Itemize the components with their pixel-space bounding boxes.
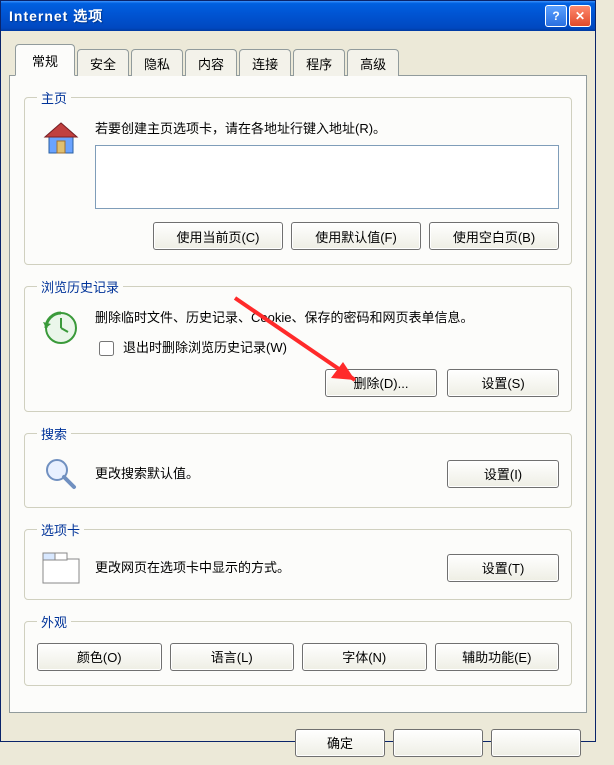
group-tabs: 选项卡 更改网页在选项卡中显示的方式。 设置(T)	[24, 520, 572, 600]
history-desc: 删除临时文件、历史记录、Cookie、保存的密码和网页表单信息。	[95, 308, 559, 328]
search-desc: 更改搜索默认值。	[95, 464, 447, 484]
accessibility-button[interactable]: 辅助功能(E)	[435, 643, 560, 671]
tab-panel: 主页 若要创建主页选项卡，请在各地址行键入地址(R)。 使用当前页(C) 使用默…	[9, 75, 587, 713]
search-icon	[37, 455, 85, 493]
tabs-icon	[37, 551, 85, 585]
tab-content[interactable]: 内容	[185, 49, 237, 76]
legend-home: 主页	[37, 88, 71, 107]
tabs-settings-button[interactable]: 设置(T)	[447, 554, 559, 582]
delete-on-exit-checkbox-label[interactable]: 退出时删除浏览历史记录(W)	[95, 338, 559, 359]
legend-appearance: 外观	[37, 612, 71, 631]
tab-general[interactable]: 常规	[15, 44, 75, 76]
use-current-button[interactable]: 使用当前页(C)	[153, 222, 283, 250]
tab-security[interactable]: 安全	[77, 49, 129, 76]
internet-options-window: Internet 选项 ? ✕ 常规 安全 隐私 内容 连接 程序 高级 主页	[0, 0, 596, 742]
legend-history: 浏览历史记录	[37, 277, 123, 296]
tab-privacy[interactable]: 隐私	[131, 49, 183, 76]
dialog-buttons: 确定	[1, 721, 595, 765]
languages-button[interactable]: 语言(L)	[170, 643, 295, 671]
delete-button[interactable]: 删除(D)...	[325, 369, 437, 397]
tab-connections[interactable]: 连接	[239, 49, 291, 76]
search-settings-button[interactable]: 设置(I)	[447, 460, 559, 488]
legend-search: 搜索	[37, 424, 71, 443]
tab-advanced[interactable]: 高级	[347, 49, 399, 76]
colors-button[interactable]: 颜色(O)	[37, 643, 162, 671]
use-blank-button[interactable]: 使用空白页(B)	[429, 222, 559, 250]
delete-on-exit-text: 退出时删除浏览历史记录(W)	[123, 338, 287, 358]
close-icon: ✕	[575, 9, 585, 23]
history-settings-button[interactable]: 设置(S)	[447, 369, 559, 397]
homepage-input[interactable]	[95, 145, 559, 209]
group-history: 浏览历史记录 删除临时文件、历史记录、Cookie、保存的密码和网页表单信息。	[24, 277, 572, 412]
group-appearance: 外观 颜色(O) 语言(L) 字体(N) 辅助功能(E)	[24, 612, 572, 686]
help-button[interactable]: ?	[545, 5, 567, 27]
close-button[interactable]: ✕	[569, 5, 591, 27]
home-icon	[37, 119, 85, 159]
history-icon	[37, 308, 85, 348]
apply-button[interactable]	[491, 729, 581, 757]
group-search: 搜索 更改搜索默认值。 设置(I)	[24, 424, 572, 508]
window-title: Internet 选项	[9, 6, 543, 26]
home-desc: 若要创建主页选项卡，请在各地址行键入地址(R)。	[95, 119, 559, 139]
titlebar: Internet 选项 ? ✕	[1, 1, 595, 31]
tab-row: 常规 安全 隐私 内容 连接 程序 高级	[1, 31, 595, 75]
group-home: 主页 若要创建主页选项卡，请在各地址行键入地址(R)。 使用当前页(C) 使用默…	[24, 88, 572, 265]
help-icon: ?	[552, 9, 559, 23]
fonts-button[interactable]: 字体(N)	[302, 643, 427, 671]
tab-programs[interactable]: 程序	[293, 49, 345, 76]
ok-button[interactable]: 确定	[295, 729, 385, 757]
cancel-button[interactable]	[393, 729, 483, 757]
use-default-button[interactable]: 使用默认值(F)	[291, 222, 421, 250]
tabs-desc: 更改网页在选项卡中显示的方式。	[95, 558, 447, 578]
legend-tabs: 选项卡	[37, 520, 84, 539]
delete-on-exit-checkbox[interactable]	[99, 341, 114, 356]
